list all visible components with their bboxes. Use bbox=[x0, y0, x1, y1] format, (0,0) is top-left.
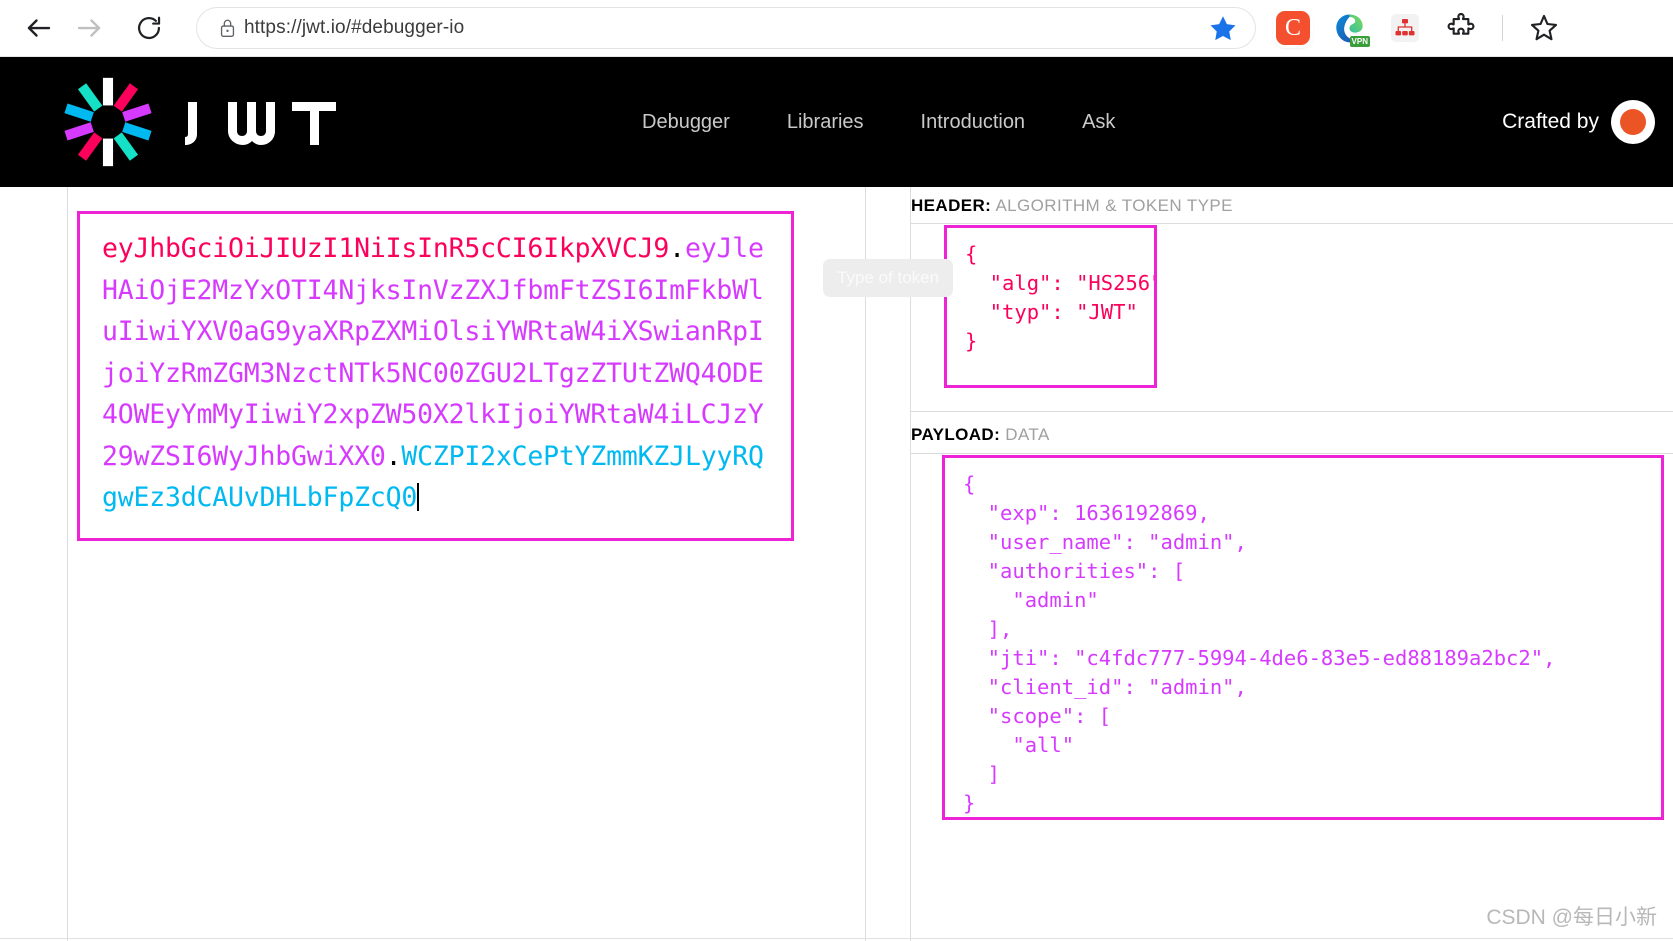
jwt-wordmark bbox=[182, 94, 342, 150]
token-separator-1: . bbox=[669, 233, 685, 264]
text-caret bbox=[417, 483, 420, 511]
puzzle-extensions-icon[interactable] bbox=[1442, 9, 1480, 47]
sitemap-extension-icon[interactable] bbox=[1386, 9, 1424, 47]
payload-label-desc: DATA bbox=[1005, 425, 1050, 444]
decoded-column: HEADER: ALGORITHM & TOKEN TYPE { "alg": … bbox=[866, 187, 1673, 941]
type-of-token-tooltip: Type of token bbox=[823, 259, 954, 297]
encoded-column: eyJhbGciOiJIUzI1NiIsInR5cCI6IkpXVCJ9.eyJ… bbox=[0, 187, 866, 941]
token-header-segment: eyJhbGciOiJIUzI1NiIsInR5cCI6IkpXVCJ9 bbox=[102, 233, 670, 264]
encoded-token-text[interactable]: eyJhbGciOiJIUzI1NiIsInR5cCI6IkpXVCJ9.eyJ… bbox=[102, 228, 771, 519]
url-text: https://jwt.io/#debugger-io bbox=[244, 17, 465, 38]
header-rule-top bbox=[911, 223, 1673, 224]
decoded-gutter-divider bbox=[910, 187, 911, 941]
site-header: Debugger Libraries Introduction Ask Craf… bbox=[0, 57, 1673, 187]
nav-item-libraries[interactable]: Libraries bbox=[787, 111, 864, 134]
nav-item-debugger[interactable]: Debugger bbox=[642, 111, 730, 134]
jwt-starburst-icon bbox=[62, 76, 154, 168]
collections-star-icon[interactable] bbox=[1525, 9, 1563, 47]
address-bar[interactable]: https://jwt.io/#debugger-io bbox=[196, 7, 1256, 49]
debugger-main: eyJhbGciOiJIUzI1NiIsInR5cCI6IkpXVCJ9.eyJ… bbox=[0, 187, 1673, 941]
bottom-divider bbox=[0, 938, 1673, 939]
token-separator-2: . bbox=[385, 440, 402, 472]
header-label-desc: ALGORITHM & TOKEN TYPE bbox=[995, 196, 1233, 215]
header-label-key: HEADER: bbox=[911, 196, 992, 215]
bookmark-star-icon[interactable] bbox=[1208, 13, 1242, 43]
encoded-gutter-divider bbox=[67, 187, 68, 941]
arrow-left-icon bbox=[27, 19, 51, 37]
jwt-logo[interactable] bbox=[62, 76, 342, 168]
decoded-header-json[interactable]: { "alg": "HS256", "typ": "JWT" } bbox=[944, 225, 1157, 388]
header-panel-label: HEADER: ALGORITHM & TOKEN TYPE bbox=[911, 196, 1233, 216]
token-payload-segment: eyJleHAiOjE2MzYxOTI4NjksInVzZXJfbmFtZSI6… bbox=[102, 233, 764, 472]
crafted-by-block[interactable]: Crafted by bbox=[1502, 100, 1655, 144]
reload-button[interactable] bbox=[126, 5, 172, 51]
auth0-logo-icon bbox=[1611, 100, 1655, 144]
site-navigation: Debugger Libraries Introduction Ask bbox=[642, 111, 1115, 134]
crafted-by-label: Crafted by bbox=[1502, 110, 1599, 133]
vpn-badge: VPN bbox=[1349, 36, 1370, 47]
decoded-payload-json[interactable]: { "exp": 1636192869, "user_name": "admin… bbox=[942, 455, 1664, 820]
nav-item-introduction[interactable]: Introduction bbox=[921, 111, 1026, 134]
payload-panel-label: PAYLOAD: DATA bbox=[911, 425, 1050, 445]
reload-icon bbox=[137, 16, 161, 40]
header-rule-bottom bbox=[911, 411, 1673, 412]
nav-item-ask[interactable]: Ask bbox=[1082, 111, 1115, 134]
arrow-right-icon bbox=[77, 19, 101, 37]
back-button[interactable] bbox=[16, 5, 62, 51]
encoded-token-box[interactable]: eyJhbGciOiJIUzI1NiIsInR5cCI6IkpXVCJ9.eyJ… bbox=[77, 211, 794, 541]
clipboard-extension-icon[interactable]: C bbox=[1274, 9, 1312, 47]
lock-icon bbox=[210, 17, 244, 39]
toolbar-divider bbox=[1502, 15, 1503, 41]
forward-button[interactable] bbox=[66, 5, 112, 51]
payload-label-key: PAYLOAD: bbox=[911, 425, 1001, 444]
browser-toolbar: https://jwt.io/#debugger-io C VPN bbox=[0, 0, 1673, 57]
csdn-watermark: CSDN @每日小新 bbox=[1486, 906, 1657, 929]
extensions-tray: C VPN bbox=[1274, 9, 1563, 47]
clipboard-extension-glyph: C bbox=[1276, 11, 1310, 45]
edge-vpn-extension-icon[interactable]: VPN bbox=[1330, 9, 1370, 47]
payload-rule-top bbox=[911, 453, 1673, 454]
